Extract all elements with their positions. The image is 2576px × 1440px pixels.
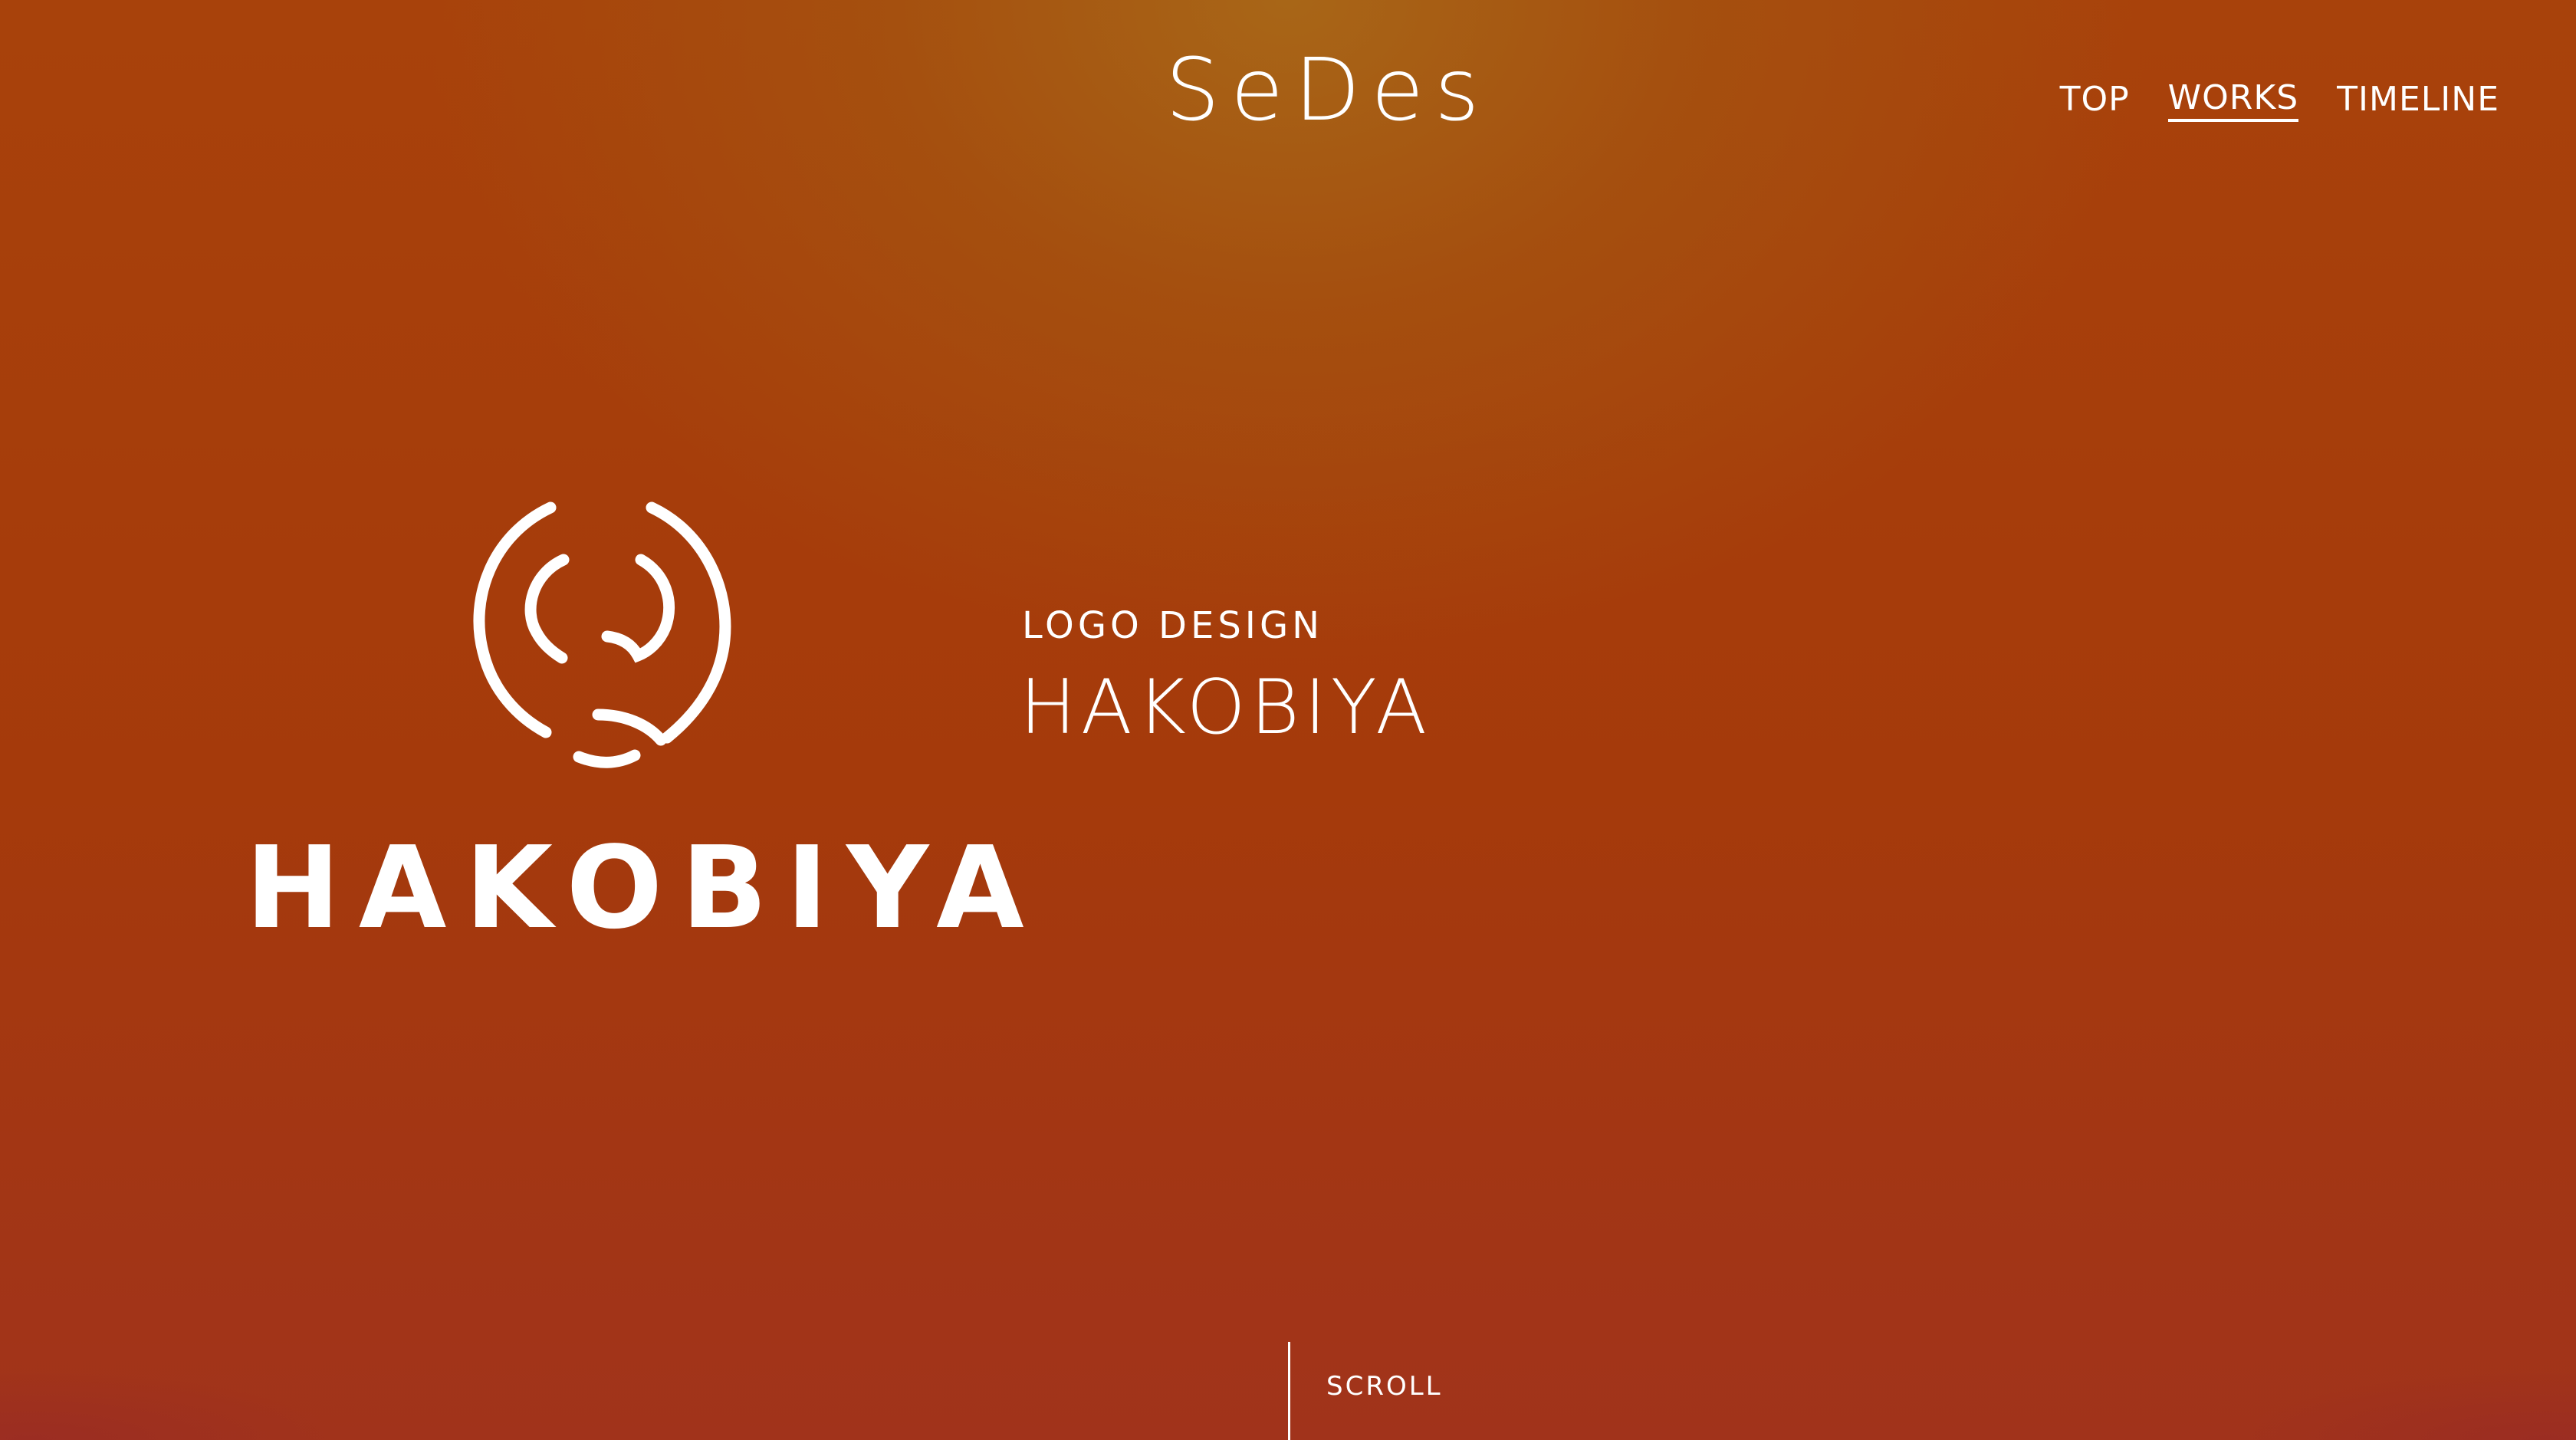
project-category: LOGO DESIGN: [1022, 604, 1324, 647]
project-title[interactable]: HAKOBIYA: [1020, 666, 1431, 750]
nav-timeline-link[interactable]: TIMELINE: [2337, 77, 2499, 123]
nav-works-link[interactable]: WORKS: [2167, 77, 2299, 122]
scroll-label[interactable]: SCROLL: [1326, 1369, 1443, 1404]
logo-wordmark: HAKOBIYA: [245, 822, 1043, 954]
site-logo[interactable]: SeDes: [1165, 44, 1480, 136]
hakobiya-logo-mark-icon: [473, 501, 731, 768]
bottom-left-haze: [0, 1348, 537, 1440]
main-nav: TOP WORKS TIMELINE: [2060, 77, 2499, 123]
scroll-indicator-line: [1288, 1342, 1290, 1440]
nav-top-link[interactable]: TOP: [2060, 77, 2130, 123]
bottom-right-haze: [2039, 1348, 2576, 1440]
